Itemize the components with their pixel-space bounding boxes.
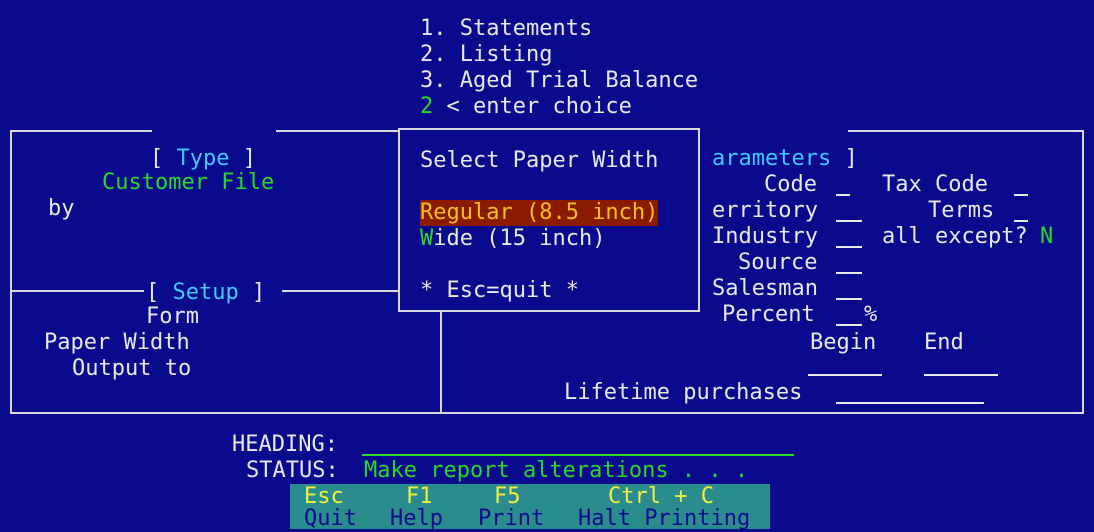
industry-label: Industry: [712, 224, 818, 249]
heading-field[interactable]: [362, 454, 794, 456]
option-regular[interactable]: Regular (8.5 inch): [420, 200, 659, 226]
menu-item-listing[interactable]: 2. Listing: [420, 42, 552, 68]
percent-sign: %: [864, 302, 878, 327]
setup-panel-title: [ Setup ]: [146, 280, 266, 305]
key-f5-desc: Print: [478, 506, 545, 531]
source-field[interactable]: [836, 272, 862, 274]
type-value: Customer File: [102, 170, 275, 195]
paper-width-dialog: Select Paper Width Regular (8.5 inch) Wi…: [398, 128, 700, 312]
menu-item-statements[interactable]: 1. Statements: [420, 16, 592, 42]
begin-label: Begin: [810, 330, 877, 355]
frame-right-line: [1082, 130, 1084, 414]
menu-choice-prompt[interactable]: 2 < enter choice: [420, 94, 632, 120]
function-key-bar: Esc Quit F1 Help F5 Print Ctrl + C Halt …: [290, 484, 770, 531]
menu-choice-value[interactable]: 2: [420, 94, 433, 119]
by-label: by: [48, 196, 75, 221]
paper-width-label: Paper Width: [44, 330, 190, 355]
terms-field[interactable]: [1014, 220, 1028, 222]
all-except-value[interactable]: N: [1040, 224, 1053, 250]
option-wide[interactable]: Wide (15 inch): [420, 226, 605, 252]
lifetime-purchases-field[interactable]: [836, 402, 984, 404]
salesman-label: Salesman: [712, 276, 818, 301]
end-field[interactable]: [924, 374, 998, 376]
setup-left-line: [10, 290, 144, 292]
option-wide-hotkey: W: [420, 226, 434, 251]
code-field[interactable]: [836, 194, 850, 196]
percent-label: Percent: [722, 302, 815, 327]
salesman-field[interactable]: [836, 298, 862, 300]
heading-label: HEADING:: [232, 432, 338, 457]
industry-field[interactable]: [836, 246, 862, 248]
territory-label: erritory: [712, 198, 818, 223]
esc-quit-hint: * Esc=quit *: [420, 278, 579, 303]
status-label: STATUS:: [246, 458, 339, 483]
begin-field[interactable]: [808, 374, 882, 376]
menu-choice-label: < enter choice: [433, 94, 632, 119]
frame-top-right-line: [848, 130, 1084, 132]
territory-field[interactable]: [836, 220, 862, 222]
percent-field[interactable]: [836, 324, 862, 326]
dialog-title: Select Paper Width: [420, 148, 659, 173]
lifetime-purchases-label: Lifetime purchases: [564, 380, 803, 405]
tax-code-label: Tax Code: [882, 172, 988, 197]
frame-top-left-line: [10, 130, 152, 132]
key-ctrl-c-desc: Halt Printing: [578, 506, 751, 531]
frame-left-line: [10, 130, 12, 414]
all-except-label: all except?: [882, 224, 1028, 249]
code-label: Code: [764, 172, 817, 197]
end-label: End: [924, 330, 964, 355]
output-to-label: Output to: [72, 356, 192, 381]
setup-right-line: [282, 290, 398, 292]
terms-label: Terms: [928, 198, 995, 223]
status-value: Make report alterations . . .: [364, 458, 749, 483]
source-label: Source: [738, 250, 818, 275]
parameters-panel-title: arameters ]: [712, 146, 858, 171]
frame-top-mid-line: [276, 130, 398, 132]
divider-vertical-line: [440, 312, 442, 412]
frame-bottom-line: [10, 412, 1084, 414]
tax-code-field[interactable]: [1014, 194, 1028, 196]
key-esc-desc: Quit: [304, 506, 357, 531]
option-wide-label: ide (15 inch): [433, 226, 606, 251]
key-f1-desc: Help: [390, 506, 443, 531]
type-panel-title: [ Type ]: [150, 146, 256, 171]
menu-item-aged-trial-balance[interactable]: 3. Aged Trial Balance: [420, 68, 698, 94]
form-label: Form: [146, 304, 199, 329]
